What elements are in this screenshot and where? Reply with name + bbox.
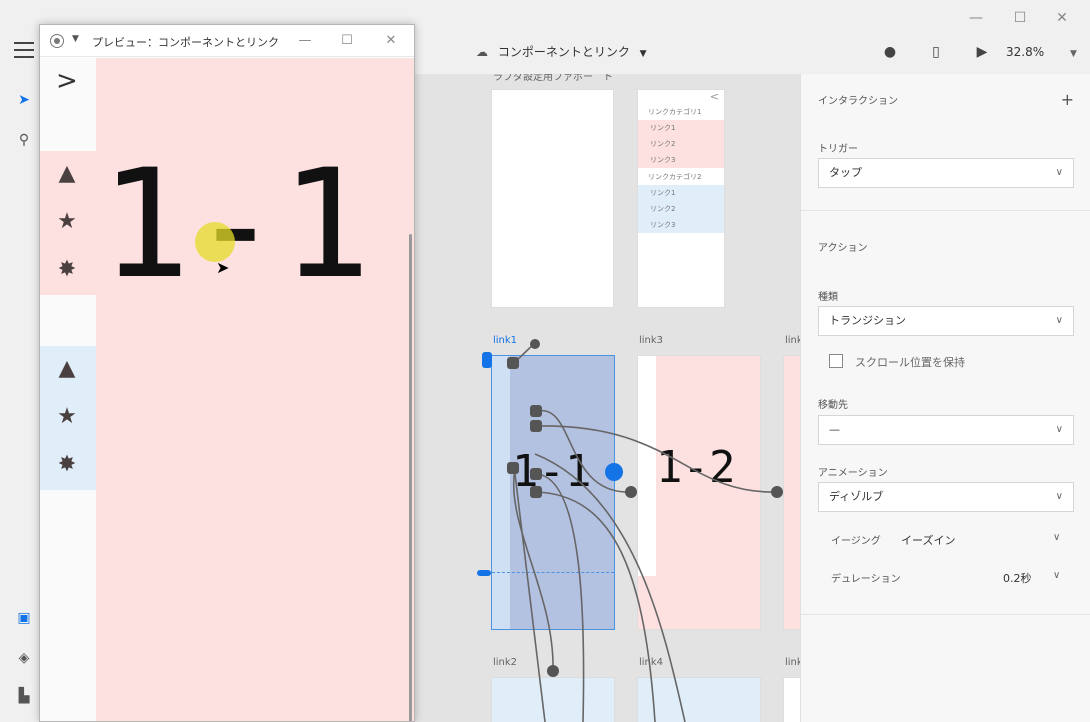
- chevron-down-icon[interactable]: ∨: [1053, 570, 1060, 581]
- navigation-icon[interactable]: ▲: [54, 356, 80, 382]
- destination-value: —: [829, 423, 840, 436]
- wire-target-link3[interactable]: [625, 486, 637, 498]
- trigger-label: トリガー: [818, 144, 858, 155]
- design-canvas[interactable]: ラブダ設定用ファボー ト < リンクカテゴリ1 リンク1 リンク2 リンク3 リ…: [415, 74, 800, 722]
- navigation-icon[interactable]: ▲: [54, 161, 80, 187]
- wire-handle[interactable]: [530, 405, 542, 417]
- chevron-down-icon: ▼: [1069, 49, 1077, 59]
- type-value: トランジション: [829, 314, 906, 327]
- easing-label: イージング: [831, 536, 881, 547]
- chevron-down-icon[interactable]: ▼: [72, 34, 79, 44]
- preview-sidebar: > ▲ ★ ✸ ▲ ★ ✸: [40, 58, 96, 721]
- property-inspector: インタラクション + トリガー タップ ∨ アクション 種類 トランジション ∨…: [800, 74, 1090, 722]
- chevron-down-icon: ∨: [1055, 315, 1063, 326]
- document-title: コンポーネントとリンク: [497, 45, 630, 59]
- prototype-wires: [477, 339, 783, 722]
- play-preview-icon[interactable]: ▶: [972, 42, 992, 62]
- divider: [801, 210, 1090, 211]
- add-interaction-icon[interactable]: +: [1061, 90, 1074, 109]
- divider: [801, 614, 1090, 615]
- badge-icon[interactable]: ✸: [54, 452, 80, 478]
- home-marker[interactable]: [482, 352, 492, 368]
- preserve-scroll-label: スクロール位置を保持: [855, 356, 965, 369]
- wire-to-link4: [537, 425, 778, 493]
- hamburger-menu-icon[interactable]: [14, 42, 34, 58]
- star-icon[interactable]: ★: [54, 404, 80, 430]
- link-group-pink: ▲ ★ ✸: [40, 151, 96, 295]
- device-preview-icon[interactable]: ▯: [926, 42, 946, 62]
- select-tool-icon[interactable]: ➤: [14, 90, 34, 110]
- preview-minimize-button[interactable]: —: [294, 31, 316, 51]
- preview-maximize-button[interactable]: ☐: [336, 31, 358, 51]
- connect-arrow-icon[interactable]: [605, 463, 623, 481]
- back-button[interactable]: >: [56, 66, 78, 96]
- assets-panel-icon[interactable]: ▣: [14, 608, 34, 628]
- chevron-down-icon[interactable]: ∨: [1053, 532, 1060, 543]
- preview-close-button[interactable]: ✕: [380, 31, 402, 51]
- wire-target-link2[interactable]: [547, 665, 559, 677]
- chevron-down-icon: ∨: [1055, 167, 1063, 178]
- document-title-dropdown[interactable]: ☁ コンポーネントとリンク ▼: [476, 42, 647, 62]
- xd-window: — ☐ ✕ ☁ コンポーネントとリンク ▼ ● ▯ ▶ 32.8% ▼ ➤ ⚲ …: [0, 0, 1090, 722]
- action-heading: アクション: [818, 243, 868, 254]
- cloud-icon: ☁: [476, 45, 488, 59]
- close-button[interactable]: ✕: [1042, 6, 1082, 30]
- scroll-marker[interactable]: [477, 570, 491, 576]
- wire-handle[interactable]: [507, 462, 519, 474]
- trigger-select[interactable]: タップ ∨: [818, 158, 1074, 188]
- animation-select[interactable]: ディゾルブ ∨: [818, 482, 1074, 512]
- link-group-blue: ▲ ★ ✸: [40, 346, 96, 490]
- wire-node-end: [530, 339, 540, 349]
- preview-content: 1-1: [96, 58, 414, 721]
- preview-scrollbar[interactable]: [409, 234, 412, 721]
- plugins-icon[interactable]: ▙: [14, 686, 34, 706]
- search-icon[interactable]: ⚲: [14, 130, 34, 150]
- preserve-scroll-checkbox[interactable]: [829, 354, 843, 368]
- layers-icon[interactable]: ◈: [14, 648, 34, 668]
- wire-handle[interactable]: [507, 357, 519, 369]
- interaction-heading: インタラクション: [818, 96, 898, 107]
- wire-down-2: [534, 491, 656, 722]
- duration-label: デュレーション: [831, 574, 901, 585]
- wire-target-link4[interactable]: [771, 486, 783, 498]
- preview-heading: 1-1: [100, 138, 371, 312]
- zoom-level[interactable]: 32.8% ▼: [1006, 42, 1077, 62]
- destination-label: 移動先: [818, 400, 848, 411]
- wire-handle[interactable]: [530, 468, 542, 480]
- type-select[interactable]: トランジション ∨: [818, 306, 1074, 336]
- wire-to-link2: [512, 468, 554, 672]
- type-label: 種類: [818, 292, 838, 303]
- share-user-icon[interactable]: ●: [880, 42, 900, 62]
- trigger-value: タップ: [829, 166, 862, 179]
- minimize-button[interactable]: —: [956, 6, 996, 30]
- record-icon[interactable]: [50, 34, 64, 48]
- mouse-cursor-icon: ➤: [216, 258, 230, 277]
- chevron-down-icon: ∨: [1055, 424, 1063, 435]
- wire-handle[interactable]: [530, 486, 542, 498]
- preview-title: プレビュー：コンポーネントとリンク: [92, 36, 279, 49]
- destination-select[interactable]: — ∨: [818, 415, 1074, 445]
- animation-value: ディゾルブ: [829, 490, 884, 503]
- maximize-button[interactable]: ☐: [1000, 6, 1040, 30]
- preview-window[interactable]: ▼ プレビュー：コンポーネントとリンク — ☐ ✕ > ▲ ★ ✸ ▲ ★ ✸ …: [39, 24, 415, 722]
- wire-handle[interactable]: [530, 420, 542, 432]
- badge-icon[interactable]: ✸: [54, 257, 80, 283]
- star-icon[interactable]: ★: [54, 209, 80, 235]
- animation-label: アニメーション: [818, 468, 888, 479]
- zoom-value: 32.8%: [1006, 45, 1045, 59]
- wire-down-3: [514, 473, 546, 722]
- preview-titlebar[interactable]: ▼ プレビュー：コンポーネントとリンク — ☐ ✕: [40, 25, 414, 57]
- easing-select[interactable]: イーズイン: [901, 532, 955, 548]
- cursor-highlight: [195, 222, 235, 262]
- chevron-down-icon: ▼: [639, 49, 647, 59]
- chevron-down-icon: ∨: [1055, 491, 1063, 502]
- duration-input[interactable]: 0.2秒: [1003, 570, 1032, 586]
